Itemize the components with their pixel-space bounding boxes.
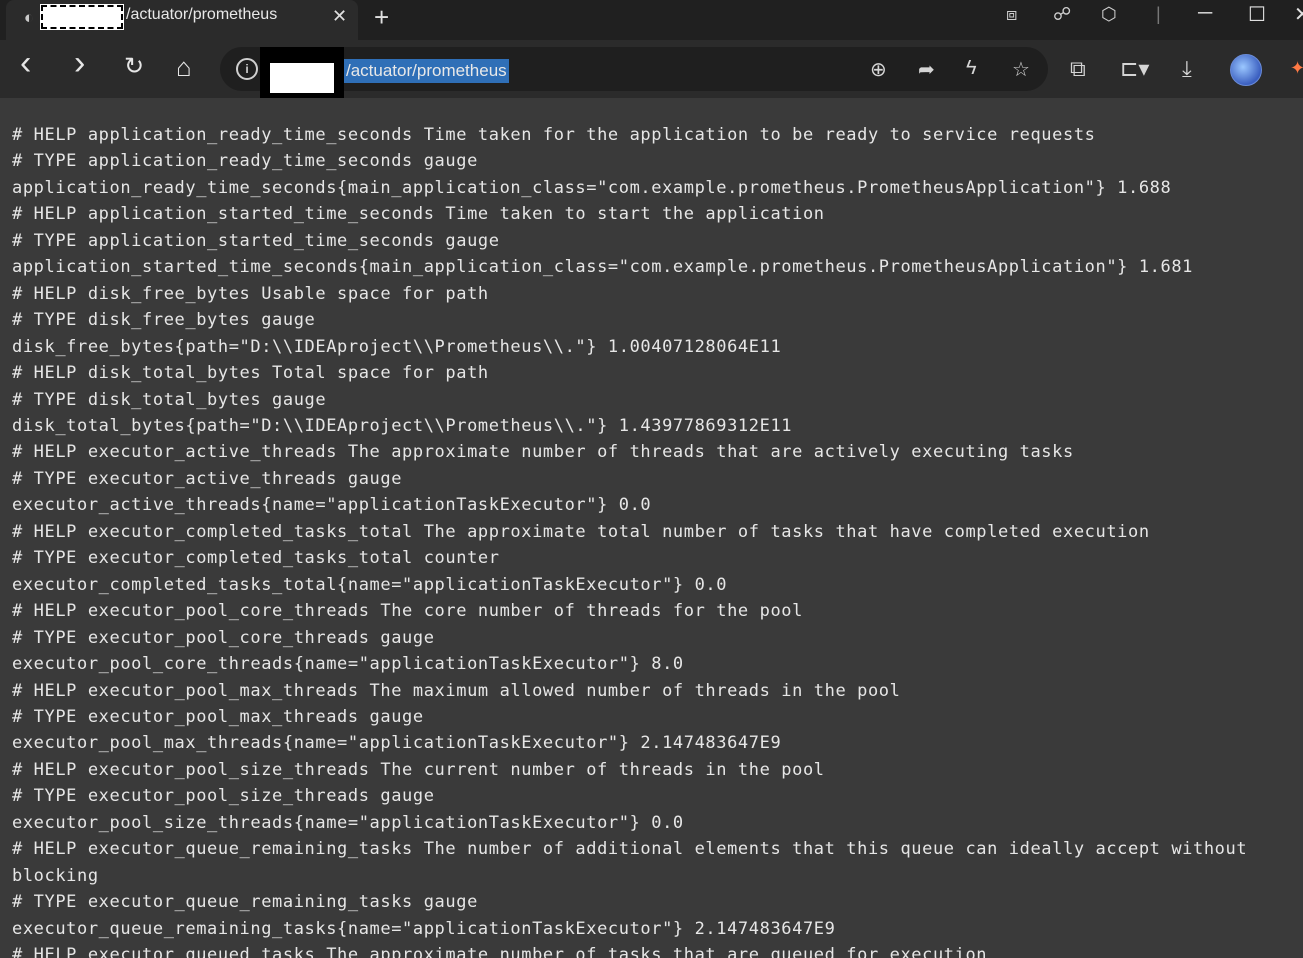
metric-line: # HELP application_started_time_seconds … [12, 204, 825, 225]
metric-line: # HELP executor_pool_max_threads The max… [12, 680, 901, 701]
metric-line: # HELP executor_completed_tasks_total Th… [12, 521, 1150, 542]
incognito-icon[interactable]: ☍ [1053, 4, 1071, 25]
title-bar: ◐ /actuator/prometheus ✕ + ⧈ ☍ ⬡ | ─ ☐ ✕ [0, 0, 1303, 40]
extensions-icon[interactable]: ⬡ [1101, 4, 1117, 25]
url-text[interactable]: /actuator/prometheus [344, 59, 509, 83]
metric-line: executor_active_threads{name="applicatio… [12, 495, 652, 516]
copilot-icon[interactable]: ✦ [1290, 58, 1303, 79]
home-button[interactable]: ⌂ [176, 52, 192, 82]
metric-line: executor_pool_size_threads{name="applica… [12, 812, 684, 833]
metric-line: # TYPE application_started_time_seconds … [12, 230, 500, 251]
new-tab-button[interactable]: + [374, 2, 389, 33]
metric-line: # HELP executor_queued_tasks The approxi… [12, 945, 988, 958]
edge-logo-icon: ◐ [23, 8, 35, 27]
metric-line: # TYPE executor_pool_core_threads gauge [12, 627, 435, 648]
download-icon[interactable]: ⤓ [1182, 56, 1192, 82]
profile-avatar[interactable] [1230, 54, 1262, 86]
metric-line: # TYPE application_ready_time_seconds ga… [12, 151, 478, 172]
metric-line: # HELP application_ready_time_seconds Ti… [12, 125, 1096, 145]
minimize-button[interactable]: ─ [1198, 2, 1212, 25]
tab-title: /actuator/prometheus [126, 6, 278, 23]
metric-line: # HELP executor_active_threads The appro… [12, 442, 1074, 463]
metric-line: # TYPE executor_active_threads gauge [12, 468, 403, 489]
metric-line: disk_free_bytes{path="D:\\IDEAproject\\P… [12, 336, 782, 357]
share-icon[interactable]: ➦ [918, 57, 935, 82]
reload-button[interactable]: ↻ [124, 52, 144, 82]
metric-line: # TYPE executor_completed_tasks_total co… [12, 548, 500, 569]
metric-line: application_started_time_seconds{main_ap… [12, 257, 1193, 278]
redacted-host-inner [270, 63, 334, 93]
browser-tab[interactable]: ◐ /actuator/prometheus ✕ [6, 0, 358, 40]
screenshot-icon[interactable]: ⧈ [1006, 4, 1017, 25]
metric-line: # HELP executor_pool_size_threads The cu… [12, 759, 825, 780]
metric-line: # TYPE disk_free_bytes gauge [12, 310, 316, 331]
metric-line: executor_pool_max_threads{name="applicat… [12, 733, 782, 754]
metric-line: # TYPE disk_total_bytes gauge [12, 389, 327, 410]
maximize-button[interactable]: ☐ [1248, 2, 1266, 27]
metric-line: application_ready_time_seconds{main_appl… [12, 177, 1172, 198]
divider: | [1156, 4, 1161, 24]
close-window-button[interactable]: ✕ [1294, 2, 1303, 27]
redacted-host-block [260, 47, 344, 101]
zoom-icon[interactable]: ⊕ [870, 57, 887, 82]
metric-line: executor_queue_remaining_tasks{name="app… [12, 918, 836, 939]
metric-line: # TYPE executor_pool_size_threads gauge [12, 786, 435, 807]
metric-line: # TYPE executor_queue_remaining_tasks ga… [12, 892, 478, 913]
metric-line: disk_total_bytes{path="D:\\IDEAproject\\… [12, 415, 793, 436]
extension-puzzle-icon[interactable]: ⧉ [1070, 56, 1086, 82]
redacted-title-block [40, 4, 124, 30]
tab-close-icon[interactable]: ✕ [332, 6, 347, 27]
lightning-icon[interactable]: ϟ [966, 57, 977, 80]
page-content: # HELP application_ready_time_seconds Ti… [0, 98, 1303, 958]
metric-line: # TYPE executor_pool_max_threads gauge [12, 706, 424, 727]
site-info-icon[interactable]: i [236, 58, 258, 80]
metric-line: executor_completed_tasks_total{name="app… [12, 574, 728, 595]
browser-toolbar: ‹ › ↻ ⌂ i /actuator/prometheus ⊕ ➦ ϟ ☆ ⧉… [0, 40, 1303, 101]
collections-icon[interactable]: ⊏▾ [1120, 56, 1149, 82]
metric-line: # HELP executor_pool_core_threads The co… [12, 601, 803, 622]
forward-button[interactable]: › [74, 46, 85, 80]
metric-line: # HELP disk_total_bytes Total space for … [12, 363, 489, 384]
metric-line: executor_pool_core_threads{name="applica… [12, 654, 684, 675]
prometheus-metrics-text: # HELP application_ready_time_seconds Ti… [0, 98, 1303, 958]
address-bar[interactable]: i /actuator/prometheus ⊕ ➦ ϟ ☆ [220, 47, 1048, 101]
favorite-star-icon[interactable]: ☆ [1012, 57, 1030, 82]
metric-line: # HELP executor_queue_remaining_tasks Th… [12, 839, 1259, 886]
metric-line: # HELP disk_free_bytes Usable space for … [12, 283, 489, 304]
back-button[interactable]: ‹ [20, 46, 31, 80]
